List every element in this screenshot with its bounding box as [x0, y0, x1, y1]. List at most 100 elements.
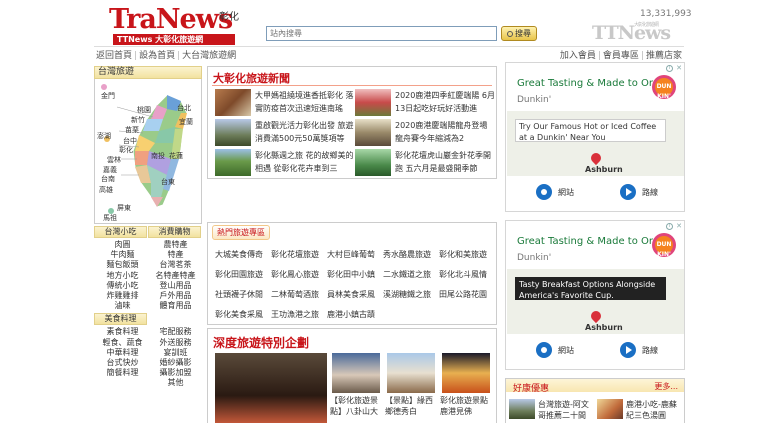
news-item[interactable]: 大甲媽祖繞境進香抵彰化 落實防疫首次迅速短進南瑤	[215, 89, 357, 117]
ad-title[interactable]: Great Tasting & Made to Order	[517, 78, 669, 89]
popular-link[interactable]: 二水鐵道之旅	[383, 269, 439, 289]
ad-info-icon[interactable]: i	[666, 65, 673, 72]
ad-title[interactable]: Great Tasting & Made to Order	[517, 236, 669, 247]
popular-link[interactable]: 彰化田園旅遊	[215, 269, 271, 289]
news-item[interactable]: 重啟觀光活力彰化出發 旅遊消費滿500元50萬獎項等	[215, 119, 357, 147]
map-label-penghu[interactable]: 澎湖	[97, 131, 111, 141]
news-thumbnail[interactable]	[215, 89, 251, 116]
ad-directions-button[interactable]: 路線	[620, 342, 680, 360]
news-thumbnail[interactable]	[355, 89, 391, 116]
deal-text[interactable]: 鹿港小吃-鹿蘇紀三色湯圓	[626, 399, 684, 421]
ad-close-icon[interactable]: ✕	[676, 222, 682, 230]
cat-link[interactable]: 地方小吃	[96, 271, 149, 281]
search-input[interactable]	[266, 26, 497, 41]
ad-banner-2[interactable]: i ✕ Great Tasting & Made to Order Dunkin…	[505, 220, 685, 370]
ad-website-button[interactable]: 網站	[536, 184, 596, 202]
cat-link[interactable]: 台式快炒	[96, 358, 149, 368]
nav-set-home[interactable]: 設為首頁	[137, 51, 177, 61]
feature-thumbnail[interactable]	[442, 353, 490, 393]
map-label-matsu[interactable]: 馬祖	[103, 213, 117, 223]
popular-link[interactable]: 彰化鳳心旅遊	[271, 269, 327, 289]
popular-link[interactable]: 田尾公路花園	[439, 289, 495, 309]
popular-link[interactable]: 大村巨峰葡萄	[327, 249, 383, 269]
map-label-yunlin[interactable]: 雲林	[107, 155, 121, 165]
nav-recommend-store[interactable]: 推薦店家	[644, 51, 684, 61]
news-item[interactable]: 2020鹿港四季紅慶端陽 6月13日起吃好玩好活動進	[355, 89, 497, 117]
cat-link[interactable]: 體育用品	[149, 301, 202, 311]
cat-link[interactable]: 麵包飯頭	[96, 260, 149, 270]
news-item[interactable]: 彰化縣週之旅 花的故鄉美的相遇 從彰化花卉車到三	[215, 149, 357, 177]
ad-map[interactable]: Try Our Famous Hot or Iced Coffee at a D…	[507, 111, 684, 176]
popular-link[interactable]: 鹿港小鎮古蹟	[327, 309, 383, 329]
cat-link[interactable]: 登山用品	[149, 281, 202, 291]
popular-link[interactable]: 大城美食傳奇	[215, 249, 271, 269]
deal-thumbnail[interactable]	[509, 399, 535, 419]
news-headline[interactable]: 2020鹿港慶端陽龍舟登場 龍舟賽今年縮減為2	[395, 119, 495, 146]
map-label-pingtung[interactable]: 屏東	[117, 203, 131, 213]
deal-thumbnail[interactable]	[597, 399, 623, 419]
deals-more-link[interactable]: 更多...	[654, 381, 678, 392]
cat-link[interactable]: 名特產特產	[149, 271, 202, 281]
map-label-tainan[interactable]: 台南	[101, 174, 115, 184]
feature-photo[interactable]	[215, 353, 327, 423]
nav-home[interactable]: 返回首頁	[94, 51, 134, 61]
cat-link[interactable]: 婚紗攝影	[149, 358, 202, 368]
popular-link[interactable]: 秀水酪農旅遊	[383, 249, 439, 269]
news-headline[interactable]: 大甲媽祖繞境進香抵彰化 落實防疫首次迅速短進南瑤	[255, 89, 355, 116]
nav-taiwan-travel[interactable]: 大台灣旅遊網	[180, 51, 238, 61]
ad-banner-1[interactable]: i ✕ Great Tasting & Made to Order Dunkin…	[505, 62, 685, 212]
news-headline[interactable]: 重啟觀光活力彰化出發 旅遊消費滿500元50萬獎項等	[255, 119, 355, 146]
popular-link[interactable]: 彰化田中小鎮	[327, 269, 383, 289]
ad-close-icon[interactable]: ✕	[676, 64, 682, 72]
cat-link[interactable]: 宴訓班	[149, 348, 202, 358]
ad-promo-card[interactable]: Tasty Breakfast Options Alongside Americ…	[515, 277, 666, 300]
cat-link[interactable]: 特產	[149, 250, 202, 260]
cat-link[interactable]: 傳統小吃	[96, 281, 149, 291]
cat-link[interactable]: 宅配服務	[149, 327, 202, 337]
news-item[interactable]: 彰化花壇虎山巖金針花季開跑 五六月是最盛開季節	[355, 149, 497, 177]
cat-link[interactable]: 攝影加盟	[149, 368, 202, 378]
news-thumbnail[interactable]	[355, 149, 391, 176]
feature-caption[interactable]: 【景點】緣西鄉德秀白	[385, 395, 437, 417]
cat-link[interactable]: 素食料理	[96, 327, 149, 337]
news-thumbnail[interactable]	[215, 149, 251, 176]
deal-item[interactable]: 鹿港小吃-鹿蘇紀三色湯圓	[597, 399, 683, 421]
ad-directions-button[interactable]: 路線	[620, 184, 680, 202]
news-headline[interactable]: 彰化縣週之旅 花的故鄉美的相遇 從彰化花卉車到三	[255, 149, 355, 176]
cat-link[interactable]: 台灣茗茶	[149, 260, 202, 270]
search-button[interactable]: 搜尋	[501, 26, 537, 41]
cat-link[interactable]: 戶外用品	[149, 291, 202, 301]
popular-link[interactable]: 彰化北斗風情	[439, 269, 495, 289]
ad-website-button[interactable]: 網站	[536, 342, 596, 360]
cat-link[interactable]: 簡餐料理	[96, 368, 149, 378]
cat-link[interactable]: 中華料理	[96, 348, 149, 358]
cat-link[interactable]: 輕食、蔬食	[96, 338, 149, 348]
map-label-hualien[interactable]: 花蓮	[169, 151, 183, 161]
feature-thumbnail[interactable]	[332, 353, 380, 393]
feature-thumbnail[interactable]	[387, 353, 435, 393]
cat-link[interactable]: 外送服務	[149, 338, 202, 348]
feature-caption[interactable]: 彰化旅遊景點 鹿港見佛	[440, 395, 492, 417]
cat-link[interactable]: 肉圓	[96, 240, 149, 250]
map-label-taipei[interactable]: 台北	[177, 103, 191, 113]
popular-link[interactable]: 員林美食采風	[327, 289, 383, 309]
ad-info-icon[interactable]: i	[666, 223, 673, 230]
popular-link[interactable]: 王功漁港之旅	[271, 309, 327, 329]
cat-link[interactable]: 滷味	[96, 301, 149, 311]
ad-map[interactable]: Tasty Breakfast Options Alongside Americ…	[507, 269, 684, 334]
map-label-nantou[interactable]: 南投	[151, 151, 165, 161]
map-label-changhua[interactable]: 彰化	[119, 145, 133, 155]
deal-item[interactable]: 台灣旅遊-阿文哥推薦二十間	[509, 399, 595, 421]
popular-link[interactable]: 社頭襪子休閒	[215, 289, 271, 309]
map-label-kaohsiung[interactable]: 高雄	[99, 185, 113, 195]
popular-link[interactable]: 二林葡萄酒旅	[271, 289, 327, 309]
popular-link[interactable]: 彰化花壇旅遊	[271, 249, 327, 269]
popular-link[interactable]: 溪湖糖鐵之旅	[383, 289, 439, 309]
nav-member-area[interactable]: 會員專區	[601, 51, 641, 61]
popular-link[interactable]: 彰化美食采風	[215, 309, 271, 329]
popular-link[interactable]: 彰化和美旅遊	[439, 249, 495, 269]
map-label-kinmen[interactable]: 金門	[101, 91, 115, 101]
map-label-hsinchu[interactable]: 新竹	[131, 115, 145, 125]
cat-link[interactable]: 牛肉麵	[96, 250, 149, 260]
nav-join-member[interactable]: 加入會員	[558, 51, 598, 61]
